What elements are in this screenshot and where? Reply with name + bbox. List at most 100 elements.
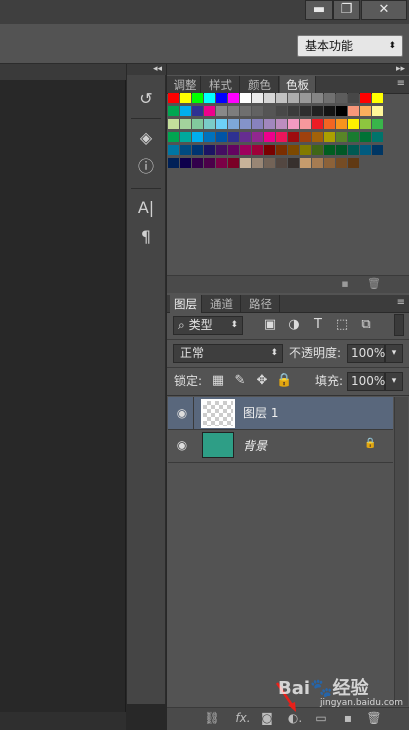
color-swatch[interactable] <box>336 145 347 155</box>
type-filter-icon[interactable]: T <box>310 317 326 333</box>
blend-mode-select[interactable]: 正常 ⬍ <box>173 344 283 363</box>
color-swatch[interactable] <box>372 119 383 129</box>
color-swatch[interactable] <box>204 93 215 103</box>
color-swatch[interactable] <box>204 145 215 155</box>
workspace-select[interactable]: 基本功能 ⬍ <box>297 35 403 57</box>
color-swatch[interactable] <box>312 106 323 116</box>
color-swatch[interactable] <box>348 158 359 168</box>
character-icon[interactable]: A| <box>131 195 161 221</box>
tab-adjustments[interactable]: 调整 <box>170 76 201 94</box>
color-swatch[interactable] <box>324 93 335 103</box>
add-mask-icon[interactable]: ◙ <box>259 710 275 726</box>
color-swatch[interactable] <box>216 145 227 155</box>
color-swatch[interactable] <box>264 93 275 103</box>
color-swatch[interactable] <box>204 106 215 116</box>
color-swatch[interactable] <box>288 93 299 103</box>
lock-transparency-icon[interactable]: ▦ <box>210 373 226 389</box>
layer-style-icon[interactable]: fx. <box>232 710 254 726</box>
dock-collapse-button[interactable]: ◂◂ <box>127 64 166 75</box>
pixel-filter-icon[interactable]: ▣ <box>262 317 278 333</box>
shape-filter-icon[interactable]: ⬚ <box>334 317 350 333</box>
color-swatch[interactable] <box>264 106 275 116</box>
color-swatch[interactable] <box>252 158 263 168</box>
color-swatch[interactable] <box>168 93 179 103</box>
color-swatch[interactable] <box>192 93 203 103</box>
color-swatch[interactable] <box>324 106 335 116</box>
smart-object-filter-icon[interactable]: ⧉ <box>358 317 374 333</box>
color-swatch[interactable] <box>252 145 263 155</box>
tab-styles[interactable]: 样式 <box>202 76 240 94</box>
color-swatch[interactable] <box>228 106 239 116</box>
tab-swatches[interactable]: 色板 <box>280 76 316 94</box>
color-swatch[interactable] <box>240 119 251 129</box>
visibility-eye-icon[interactable]: ◉ <box>172 403 192 423</box>
color-swatch[interactable] <box>288 158 299 168</box>
color-swatch[interactable] <box>168 132 179 142</box>
color-swatch[interactable] <box>192 132 203 142</box>
filter-toggle-switch[interactable] <box>394 314 404 336</box>
link-layers-icon[interactable]: ⛓ <box>204 710 220 726</box>
color-swatch[interactable] <box>204 158 215 168</box>
adjustment-filter-icon[interactable]: ◑ <box>286 317 302 333</box>
color-swatch[interactable] <box>240 106 251 116</box>
color-swatch[interactable] <box>216 106 227 116</box>
trash-icon[interactable]: 🗑 <box>367 277 381 290</box>
document-canvas-area[interactable] <box>0 64 126 730</box>
color-swatch[interactable] <box>204 132 215 142</box>
color-swatch[interactable] <box>276 93 287 103</box>
layers-scrollbar[interactable] <box>394 397 408 706</box>
layer-filter-select[interactable]: ⌕ 类型 ⬍ <box>173 316 243 335</box>
color-swatch[interactable] <box>168 106 179 116</box>
color-swatch[interactable] <box>348 145 359 155</box>
lock-position-icon[interactable]: ✥ <box>254 373 270 389</box>
color-swatch[interactable] <box>312 145 323 155</box>
color-swatch[interactable] <box>312 158 323 168</box>
color-swatch[interactable] <box>228 93 239 103</box>
fill-input[interactable]: 100% <box>347 372 385 391</box>
color-swatch[interactable] <box>180 158 191 168</box>
color-swatch[interactable] <box>276 158 287 168</box>
minimize-button[interactable]: ▬ <box>305 0 333 20</box>
color-swatch[interactable] <box>216 132 227 142</box>
history-icon[interactable]: ↺ <box>131 86 161 112</box>
color-swatch[interactable] <box>300 132 311 142</box>
color-swatch[interactable] <box>228 132 239 142</box>
color-swatch[interactable] <box>228 145 239 155</box>
color-swatch[interactable] <box>264 132 275 142</box>
panel-menu-icon[interactable]: ≡ <box>397 76 405 92</box>
color-swatch[interactable] <box>288 145 299 155</box>
color-swatch[interactable] <box>348 119 359 129</box>
panel-menu-icon[interactable]: ≡ <box>397 295 405 311</box>
info-icon[interactable]: ⓘ <box>131 154 161 180</box>
tab-channels[interactable]: 通道 <box>203 295 241 313</box>
color-swatch[interactable] <box>180 106 191 116</box>
color-swatch[interactable] <box>300 158 311 168</box>
color-swatch[interactable] <box>312 119 323 129</box>
lock-image-icon[interactable]: ✎ <box>232 373 248 389</box>
color-swatch[interactable] <box>276 119 287 129</box>
color-swatch[interactable] <box>180 132 191 142</box>
color-swatch[interactable] <box>300 106 311 116</box>
color-swatch[interactable] <box>312 93 323 103</box>
color-swatch[interactable] <box>240 145 251 155</box>
color-swatch[interactable] <box>300 119 311 129</box>
color-swatch[interactable] <box>324 119 335 129</box>
color-swatch[interactable] <box>252 132 263 142</box>
color-swatch[interactable] <box>180 93 191 103</box>
color-swatch[interactable] <box>336 119 347 129</box>
visibility-eye-icon[interactable]: ◉ <box>172 435 192 455</box>
color-swatch[interactable] <box>372 132 383 142</box>
color-swatch[interactable] <box>360 132 371 142</box>
color-swatch[interactable] <box>252 106 263 116</box>
color-swatch[interactable] <box>192 106 203 116</box>
color-swatch[interactable] <box>360 93 371 103</box>
color-swatch[interactable] <box>228 158 239 168</box>
color-swatch[interactable] <box>324 158 335 168</box>
color-swatch[interactable] <box>180 119 191 129</box>
paragraph-icon[interactable]: ¶ <box>131 224 161 250</box>
color-swatch[interactable] <box>348 132 359 142</box>
color-swatch[interactable] <box>216 119 227 129</box>
color-swatch[interactable] <box>192 145 203 155</box>
color-swatch[interactable] <box>168 145 179 155</box>
new-swatch-icon[interactable]: ▪ <box>338 277 352 290</box>
